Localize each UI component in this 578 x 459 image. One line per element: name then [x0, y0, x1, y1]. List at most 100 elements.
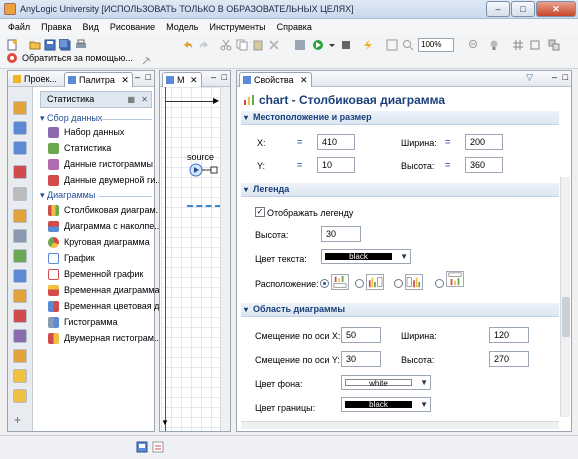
editor-scrollbar[interactable]: [220, 87, 230, 431]
minimize-editor-icon[interactable]: –: [211, 72, 216, 82]
y-field[interactable]: 10: [317, 157, 355, 173]
horizontal-scrollbar[interactable]: [241, 421, 559, 429]
palette-category-icon-12[interactable]: [13, 329, 27, 343]
palette-view-menu-icon[interactable]: ▦: [127, 92, 135, 107]
grid-icon[interactable]: [512, 39, 524, 51]
menu-help[interactable]: Справка: [277, 22, 312, 32]
paste-icon[interactable]: [252, 39, 264, 51]
save-all-icon[interactable]: [59, 39, 71, 51]
width-field[interactable]: 200: [465, 134, 503, 150]
palette-close-icon[interactable]: ✕: [141, 92, 148, 107]
minimize-properties-icon[interactable]: –: [552, 72, 557, 82]
legend-position-left-radio[interactable]: [394, 279, 403, 288]
problems-icon[interactable]: [152, 441, 164, 453]
tab-model-editor[interactable]: M ✕: [162, 72, 202, 87]
palette-category-icon-3[interactable]: [13, 141, 27, 155]
maximize-properties-icon[interactable]: □: [563, 72, 568, 82]
static-value-icon[interactable]: =: [445, 137, 455, 147]
copy-icon[interactable]: [236, 39, 248, 51]
palette-category-icon-6[interactable]: [13, 209, 27, 223]
tab-model-close-icon[interactable]: ✕: [190, 75, 198, 85]
static-value-icon[interactable]: =: [297, 160, 307, 170]
view-menu-icon[interactable]: ▽: [526, 72, 533, 83]
build-icon[interactable]: [294, 39, 306, 51]
close-button[interactable]: ✕: [536, 1, 576, 17]
static-value-icon[interactable]: =: [445, 160, 455, 170]
source-block-icon[interactable]: [189, 163, 219, 177]
menu-draw[interactable]: Рисование: [110, 22, 155, 32]
palette-category-icon-13[interactable]: [13, 349, 27, 363]
tab-projects[interactable]: Проек...: [10, 72, 60, 87]
palette-category-icon-2[interactable]: [13, 121, 27, 135]
open-folder-icon[interactable]: [29, 39, 41, 51]
menu-file[interactable]: Файл: [8, 22, 30, 32]
legend-position-right-radio[interactable]: [355, 279, 364, 288]
palette-category-icon-5[interactable]: [13, 187, 27, 201]
bg-color-select[interactable]: white ▼: [341, 375, 431, 390]
cut-icon[interactable]: [220, 39, 232, 51]
stop-icon[interactable]: [340, 39, 352, 51]
save-icon[interactable]: [44, 39, 56, 51]
palette-category-icon-1[interactable]: [13, 101, 27, 115]
text-color-select[interactable]: black ▼: [321, 249, 411, 264]
show-legend-checkbox[interactable]: ✓: [255, 207, 265, 217]
palette-category-icon-15[interactable]: [13, 389, 27, 403]
height-field[interactable]: 360: [465, 157, 503, 173]
maximize-view-icon[interactable]: □: [146, 72, 151, 82]
category-data-collection[interactable]: ▾ Сбор данных: [40, 113, 102, 124]
delete-icon[interactable]: [268, 39, 280, 51]
palette-category-icon-14[interactable]: [13, 369, 27, 383]
chart-width-field[interactable]: 120: [489, 327, 529, 343]
console-icon[interactable]: [136, 441, 148, 453]
maximize-editor-icon[interactable]: □: [222, 72, 227, 82]
section-chart-area[interactable]: ▾ Область диаграммы: [241, 303, 559, 317]
menu-edit[interactable]: Правка: [41, 22, 71, 32]
palette-category-icon-7[interactable]: [13, 229, 27, 243]
maximize-button[interactable]: □: [511, 1, 535, 17]
legend-position-bottom-radio[interactable]: [320, 279, 329, 288]
add-palette-icon[interactable]: +: [14, 413, 21, 427]
offset-x-field[interactable]: 50: [341, 327, 381, 343]
pin-icon[interactable]: [140, 55, 152, 67]
run-icon[interactable]: [312, 39, 324, 51]
align-icon[interactable]: [548, 39, 560, 51]
palette-category-icon-10[interactable]: [13, 289, 27, 303]
redo-icon[interactable]: [198, 39, 210, 51]
menu-model[interactable]: Модель: [166, 22, 198, 32]
tab-palette[interactable]: Палитра ✕: [64, 72, 133, 87]
zoom-icon[interactable]: [402, 39, 414, 51]
tab-properties-close-icon[interactable]: ✕: [300, 75, 308, 85]
scrollbar-thumb[interactable]: [562, 297, 570, 337]
bulb-icon[interactable]: [488, 39, 500, 51]
offset-y-field[interactable]: 30: [341, 351, 381, 367]
canvas-scroll-arrow-icon[interactable]: ▼: [161, 418, 169, 427]
model-canvas[interactable]: ▶ source ▼: [161, 87, 221, 431]
tab-properties[interactable]: Свойства ✕: [239, 72, 312, 87]
legend-height-field[interactable]: 30: [321, 226, 361, 242]
palette-category-icon-8[interactable]: [13, 249, 27, 263]
zoom-fit-icon[interactable]: [386, 39, 398, 51]
help-button[interactable]: Обратиться за помощью...: [6, 52, 133, 64]
properties-scrollbar[interactable]: [560, 177, 570, 417]
chart-height-field[interactable]: 270: [489, 351, 529, 367]
undo-icon[interactable]: [182, 39, 194, 51]
section-location[interactable]: ▾ Местоположение и размер: [241, 111, 559, 125]
palette-category-icon-11[interactable]: [13, 309, 27, 323]
zoom-level-select[interactable]: 100%: [418, 38, 454, 52]
run-dropdown-icon[interactable]: [326, 39, 338, 51]
print-icon[interactable]: [75, 39, 87, 51]
layout-icon[interactable]: [530, 39, 542, 51]
legend-position-top-radio[interactable]: [435, 279, 444, 288]
category-charts[interactable]: ▾ Диаграммы: [40, 190, 95, 201]
tab-palette-close-icon[interactable]: ✕: [121, 75, 129, 85]
border-color-select[interactable]: black ▼: [341, 397, 431, 412]
palette-category-icon-4[interactable]: [13, 165, 27, 179]
new-file-icon[interactable]: [6, 39, 18, 51]
minimize-button[interactable]: –: [486, 1, 510, 17]
menu-tools[interactable]: Инструменты: [209, 22, 265, 32]
lightning-icon[interactable]: [362, 39, 374, 51]
minimize-view-icon[interactable]: –: [135, 72, 140, 82]
x-field[interactable]: 410: [317, 134, 355, 150]
zoom-out-icon[interactable]: [468, 39, 480, 51]
static-value-icon[interactable]: =: [297, 137, 307, 147]
